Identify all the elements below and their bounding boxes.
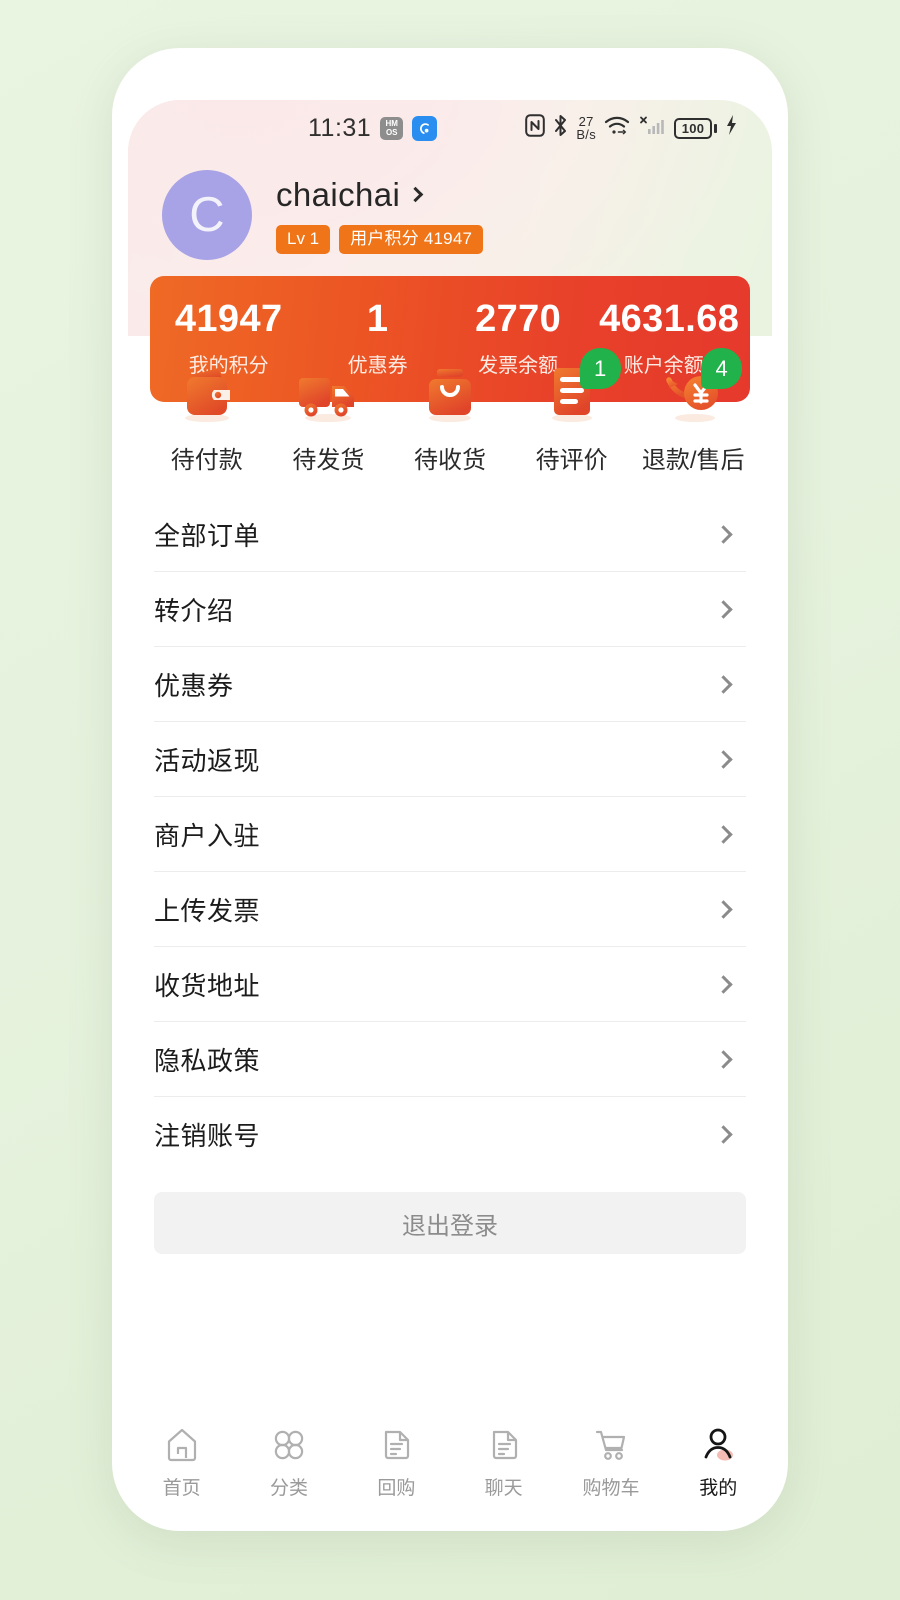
profile-row[interactable]: C chaichai Lv 1 用户积分 41947 <box>128 156 772 260</box>
nav-item-label: 回购 <box>377 1478 416 1499</box>
nav-item-label: 首页 <box>162 1478 201 1499</box>
chat-document-icon <box>483 1424 525 1466</box>
category-icon <box>268 1424 310 1466</box>
chevron-right-icon <box>714 599 733 619</box>
logout-section: 退出登录 <box>128 1172 772 1254</box>
chevron-right-icon <box>714 899 733 919</box>
menu-item-shipping-address[interactable]: 收货地址 <box>154 947 746 1022</box>
order-status-pending-review[interactable]: 1 待评价 <box>511 348 633 475</box>
menu-item-all-orders[interactable]: 全部订单 <box>154 497 746 572</box>
nfc-icon <box>525 113 546 143</box>
menu-item-label: 转介绍 <box>154 595 234 626</box>
points-badge: 用户积分 41947 <box>339 225 484 254</box>
logout-button[interactable]: 退出登录 <box>154 1192 746 1254</box>
truck-icon <box>291 360 365 426</box>
wifi-icon <box>604 114 630 142</box>
menu-item-label: 优惠券 <box>154 670 234 701</box>
stat-value: 41947 <box>174 298 283 340</box>
avatar[interactable]: C <box>162 170 252 260</box>
profile-badges: Lv 1 用户积分 41947 <box>276 225 484 254</box>
menu-item-coupons[interactable]: 优惠券 <box>154 647 746 722</box>
chevron-right-icon <box>714 674 733 694</box>
level-badge: Lv 1 <box>276 225 331 254</box>
user-name-row[interactable]: chaichai <box>276 176 483 214</box>
chevron-right-icon <box>714 1049 733 1069</box>
status-bar: 11:31 HM OS 27 B/s 100 <box>128 100 772 156</box>
menu-item-label: 上传发票 <box>154 895 261 926</box>
charging-bolt-icon <box>725 114 738 142</box>
chevron-right-icon <box>714 974 733 994</box>
battery-tip <box>714 123 717 133</box>
menu-item-label: 收货地址 <box>154 970 261 1001</box>
repurchase-document-icon <box>375 1424 417 1466</box>
menu-item-label: 活动返现 <box>154 745 261 776</box>
nav-item-repurchase[interactable]: 回购 <box>343 1424 450 1500</box>
nav-item-label: 分类 <box>269 1478 308 1499</box>
user-name: chaichai <box>276 176 401 214</box>
profile-info: chaichai Lv 1 用户积分 41947 <box>276 176 484 254</box>
network-speed-unit: B/s <box>576 127 596 142</box>
order-status-label: 待付款 <box>170 447 243 474</box>
battery-icon: 100 <box>674 117 717 139</box>
review-document-icon: 1 <box>535 348 621 426</box>
order-status-label: 待发货 <box>292 447 365 474</box>
menu-list: 全部订单 转介绍 优惠券 活动返现 商户入驻 上传发票 收货地址 隐私政策 注销… <box>128 497 772 1172</box>
shopping-cart-icon <box>590 1424 632 1466</box>
nav-item-label: 购物车 <box>582 1478 640 1499</box>
stat-value: 4631.68 <box>599 298 740 340</box>
menu-item-label: 商户入驻 <box>154 820 261 851</box>
hmos-icon: HM OS <box>380 116 404 140</box>
order-status-label: 退款/售后 <box>641 447 745 474</box>
order-status-refund[interactable]: 4 退款/售后 <box>632 348 754 475</box>
order-status-pending-receipt[interactable]: 待收货 <box>389 360 511 475</box>
nav-item-category[interactable]: 分类 <box>235 1424 342 1500</box>
stat-value: 1 <box>366 298 389 340</box>
nav-item-cart[interactable]: 购物车 <box>557 1424 664 1500</box>
hmos-line-2: OS <box>385 128 398 137</box>
status-bar-time: 11:31 <box>308 113 372 142</box>
order-status-badge: 4 <box>701 348 743 389</box>
menu-item-activity-cashback[interactable]: 活动返现 <box>154 722 746 797</box>
network-speed: 27 B/s <box>576 115 596 141</box>
menu-item-upload-invoice[interactable]: 上传发票 <box>154 872 746 947</box>
chevron-right-icon <box>714 1125 733 1144</box>
nav-item-home[interactable]: 首页 <box>128 1424 235 1500</box>
stat-value: 2770 <box>475 298 562 340</box>
cellular-signal-icon <box>638 114 666 143</box>
menu-item-label: 注销账号 <box>154 1121 261 1151</box>
menu-item-referral[interactable]: 转介绍 <box>154 572 746 647</box>
battery-level: 100 <box>674 117 712 139</box>
nav-item-label: 我的 <box>699 1478 738 1499</box>
order-status-badge: 1 <box>579 348 621 389</box>
menu-item-label: 全部订单 <box>154 520 261 551</box>
order-status-row: 待付款 待发货 待收货 1 待评价 4 退款/售后 <box>128 336 772 497</box>
phone-frame: 11:31 HM OS 27 B/s 100 C chaichai Lv 1 用… <box>112 48 788 1531</box>
order-status-label: 待收货 <box>413 447 486 474</box>
menu-item-merchant-onboarding[interactable]: 商户入驻 <box>154 797 746 872</box>
hmos-line-1: HM <box>385 119 398 128</box>
menu-item-delete-account[interactable]: 注销账号 <box>154 1097 746 1172</box>
nav-item-chat[interactable]: 聊天 <box>450 1424 557 1500</box>
nav-item-label: 聊天 <box>484 1478 523 1499</box>
menu-item-label: 隐私政策 <box>154 1045 261 1076</box>
chevron-right-icon <box>714 824 733 844</box>
app-screen: 11:31 HM OS 27 B/s 100 C chaichai Lv 1 用… <box>128 100 772 1520</box>
bottom-navigation: 首页 分类 回购 聊天 购物车 我的 <box>128 1410 772 1520</box>
menu-item-privacy-policy[interactable]: 隐私政策 <box>154 1022 746 1097</box>
refund-yen-icon: 4 <box>656 348 743 426</box>
nav-item-profile[interactable]: 我的 <box>665 1424 772 1500</box>
chevron-right-icon <box>714 749 733 769</box>
chevron-right-icon <box>714 524 733 544</box>
order-status-pending-payment[interactable]: 待付款 <box>146 360 268 475</box>
bluetooth-icon <box>553 114 568 143</box>
shopping-bag-icon <box>413 360 487 426</box>
profile-person-icon <box>697 1424 739 1466</box>
profile-header: 11:31 HM OS 27 B/s 100 C chaichai Lv 1 用… <box>128 100 772 402</box>
wallet-icon <box>170 360 244 426</box>
weather-app-icon <box>412 115 438 141</box>
home-icon <box>161 1424 203 1466</box>
chevron-right-icon <box>408 186 424 202</box>
order-status-pending-shipment[interactable]: 待发货 <box>268 360 390 475</box>
order-status-label: 待评价 <box>535 447 608 474</box>
